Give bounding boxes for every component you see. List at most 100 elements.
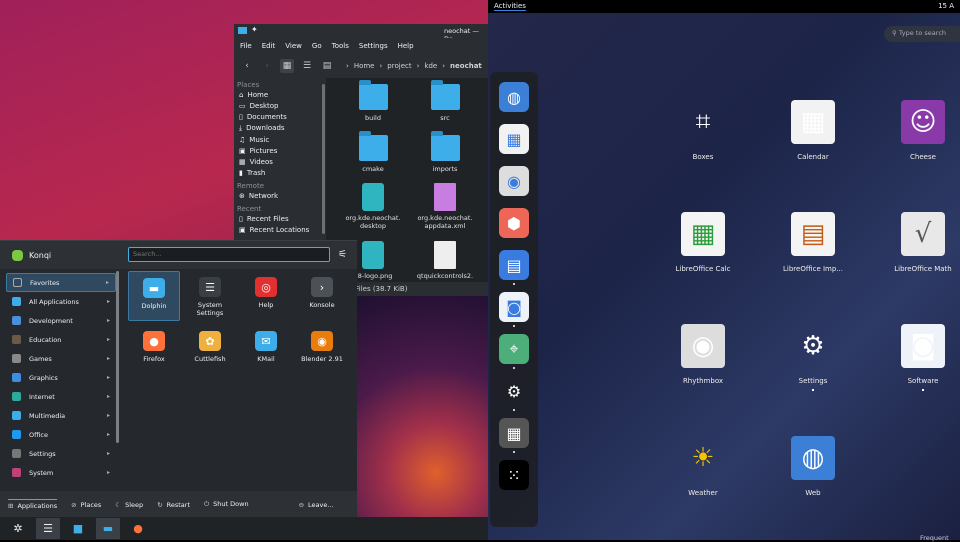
clock[interactable]: 15 A — [938, 2, 954, 11]
category-office[interactable]: Office ▸ — [6, 425, 116, 444]
category-favorites[interactable]: Favorites ▸ — [6, 273, 116, 292]
category-multimedia[interactable]: Multimedia ▸ — [6, 406, 116, 425]
window-titlebar[interactable]: ✦ neochat — Do — [234, 24, 488, 43]
app-tile[interactable]: ☀ Weather — [648, 436, 758, 497]
favorite-app[interactable]: ✉ KMail — [240, 325, 292, 375]
app-tile[interactable]: ◍ Web — [758, 436, 868, 497]
compact-view-icon[interactable]: ☰ — [300, 59, 314, 73]
dash-software-icon[interactable]: ◙ — [499, 292, 529, 327]
app-tile[interactable]: ▤ LibreOffice Imp... — [758, 212, 868, 273]
place-pictures[interactable]: ▣ Pictures — [237, 145, 323, 156]
favorite-app[interactable]: › Konsole — [296, 271, 348, 321]
dash-rhythmbox-icon[interactable]: ◉ — [499, 166, 529, 196]
places-tab[interactable]: ⊘ Places — [71, 501, 101, 509]
favorite-app[interactable]: ▬ Dolphin — [128, 271, 180, 321]
file-item[interactable]: qtquickcontrols2. — [409, 237, 481, 283]
place-videos[interactable]: ▦ Videos — [237, 156, 323, 167]
place-documents[interactable]: ▯ Documents — [237, 111, 323, 122]
menu-file[interactable]: File — [240, 42, 252, 50]
dash-calendar-icon[interactable]: ▦ — [499, 124, 529, 154]
app-tile[interactable]: ▦ LibreOffice Calc — [648, 212, 758, 273]
app-tile[interactable]: ⚙ Settings — [758, 324, 868, 391]
category-scrollbar[interactable] — [116, 271, 119, 443]
launcher-icon[interactable]: ✲ — [6, 518, 30, 539]
place-music[interactable]: ♫ Music — [237, 134, 323, 145]
category-development[interactable]: Development ▸ — [6, 311, 116, 330]
app-tile[interactable]: ⌗ Boxes — [648, 100, 758, 162]
category-system[interactable]: System ▸ — [6, 463, 116, 482]
dash-calculator-icon[interactable]: ▦ — [499, 418, 529, 453]
crumb-kde[interactable]: kde — [424, 62, 437, 70]
sleep-button[interactable]: ☾ Sleep — [115, 501, 143, 509]
configure-icon[interactable]: ⚟ — [338, 249, 347, 260]
favorite-app[interactable]: ◎ Help — [240, 271, 292, 321]
category-graphics[interactable]: Graphics ▸ — [6, 368, 116, 387]
favorite-app[interactable]: ✿ Cuttlefish — [184, 325, 236, 375]
category-settings[interactable]: Settings ▸ — [6, 444, 116, 463]
favorite-app[interactable]: ● Firefox — [128, 325, 180, 375]
file-item[interactable]: build — [337, 78, 409, 125]
menu-tools[interactable]: Tools — [332, 42, 349, 50]
favorite-app[interactable]: ☰ System Settings — [184, 271, 236, 321]
file-item[interactable]: imports — [409, 129, 481, 176]
category-internet[interactable]: Internet ▸ — [6, 387, 116, 406]
dash-maps-icon[interactable]: ⌖ — [499, 334, 529, 369]
crumb-neochat[interactable]: neochat — [450, 62, 482, 70]
details-view-icon[interactable]: ▤ — [320, 59, 334, 73]
place-trash[interactable]: ▮ Trash — [237, 167, 323, 178]
app-tile[interactable]: ◉ Rhythmbox — [648, 324, 758, 385]
app-tile[interactable]: ▦ Calendar — [758, 100, 868, 161]
pin-icon[interactable]: ✦ — [251, 25, 258, 34]
places-header: Places — [237, 81, 260, 89]
file-item[interactable]: org.kde.neochat. appdata.xml — [409, 179, 481, 233]
frequent-tab[interactable]: Frequent — [920, 534, 949, 542]
dolphin-task-icon[interactable]: ▬ — [96, 518, 120, 539]
firefox-task-icon[interactable]: ● — [126, 518, 150, 539]
category-all-applications[interactable]: All Applications ▸ — [6, 292, 116, 311]
file-item[interactable]: org.kde.neochat. desktop — [337, 179, 409, 233]
category-games[interactable]: Games ▸ — [6, 349, 116, 368]
avatar[interactable] — [12, 249, 23, 261]
search-input[interactable]: Search... — [128, 247, 330, 262]
app-tile[interactable]: √ LibreOffice Math — [868, 212, 960, 273]
dash-settings-icon[interactable]: ⚙ — [499, 376, 529, 411]
dash-files-icon[interactable]: ▤ — [499, 250, 529, 285]
system-settings-task-icon[interactable]: ☰ — [36, 518, 60, 539]
search-input[interactable]: ⚲ Type to search — [884, 26, 960, 42]
dash-color-icon[interactable]: ⬢ — [499, 208, 529, 238]
back-icon[interactable]: ‹ — [240, 59, 254, 73]
chevron-right-icon: ▸ — [106, 298, 110, 305]
app-tile[interactable]: ☺ Cheese — [868, 100, 960, 161]
leave-button[interactable]: ⊖ Leave... — [299, 501, 334, 509]
places-scrollbar[interactable] — [322, 84, 325, 234]
favorite-app[interactable]: ◉ Blender 2.91 — [296, 325, 348, 375]
menu-view[interactable]: View — [285, 42, 302, 50]
place-home[interactable]: ⌂ Home — [237, 89, 323, 100]
category-education[interactable]: Education ▸ — [6, 330, 116, 349]
place-recent-locations[interactable]: ▣ Recent Locations — [237, 224, 323, 235]
forward-icon[interactable]: › — [260, 59, 274, 73]
place-recent-files[interactable]: ▯ Recent Files — [237, 213, 323, 224]
restart-button[interactable]: ↻ Restart — [157, 501, 190, 509]
dash-web-icon[interactable]: ◍ — [499, 82, 529, 112]
app-tile[interactable]: ◙ Software — [868, 324, 960, 391]
menu-edit[interactable]: Edit — [262, 42, 276, 50]
file-item[interactable]: src — [409, 78, 481, 125]
activities-button[interactable]: Activities — [494, 2, 526, 11]
category-icon — [12, 335, 21, 344]
place-desktop[interactable]: ▭ Desktop — [237, 100, 323, 111]
shutdown-button[interactable]: ⏻ Shut Down — [204, 500, 249, 509]
menu-go[interactable]: Go — [312, 42, 322, 50]
crumb-project[interactable]: project — [387, 62, 411, 70]
file-item[interactable]: cmake — [337, 129, 409, 176]
dash-app-grid-icon[interactable]: ⁙ — [499, 460, 529, 490]
place-downloads[interactable]: ⤓ Downloads — [237, 122, 323, 134]
folder-icon — [430, 130, 460, 161]
crumb-home[interactable]: Home — [354, 62, 375, 70]
place-network[interactable]: ⊛ Network — [237, 190, 323, 201]
icons-view-icon[interactable]: ▦ — [280, 58, 294, 73]
applications-tab[interactable]: ⊞ Applications — [8, 499, 58, 510]
menu-help[interactable]: Help — [398, 42, 414, 50]
menu-settings[interactable]: Settings — [359, 42, 388, 50]
store-task-icon[interactable]: ■ — [66, 518, 90, 539]
